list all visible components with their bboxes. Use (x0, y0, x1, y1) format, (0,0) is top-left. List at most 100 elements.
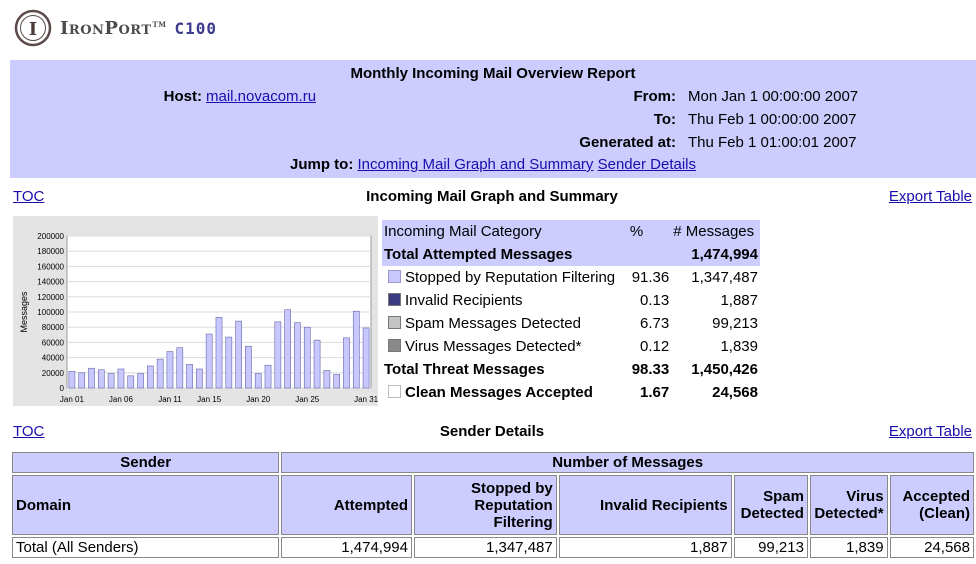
clean-pct: 1.67 (640, 384, 670, 401)
row-label: Stopped by Reputation Filtering (405, 269, 616, 286)
chart-svg: 0 20000 40000 60000 80000 100000 120000 140000 1… (19, 232, 379, 404)
col-header-stopped-reputation[interactable]: Stopped by Reputation Filtering (414, 475, 557, 535)
total-threat-pct: 98.33 (631, 361, 670, 378)
col-header-accepted-clean[interactable]: Accepted (Clean) (889, 475, 974, 535)
chart-bar (68, 370, 76, 389)
group-header-sender: Sender (12, 452, 280, 473)
logo-model: C100 (174, 18, 218, 38)
col-header-domain[interactable]: Domain (12, 475, 280, 535)
from-label: From: (633, 88, 677, 105)
row-count: 1,887 (720, 292, 758, 309)
summary-row-virus: Virus Messages Detected* 0.12 1,839 (382, 335, 760, 358)
host-link[interactable]: mail.novacom.ru (206, 88, 316, 105)
y-tick-label: 120000 (37, 293, 64, 302)
jump-to: Jump to: Incoming Mail Graph and Summary… (10, 156, 976, 173)
host-label: Host: (163, 88, 202, 105)
sender-details-table: Sender Number of Messages Domain Attempt… (10, 450, 976, 560)
section-title-graph: Incoming Mail Graph and Summary (366, 188, 618, 205)
cell-domain: Total (All Senders) (12, 537, 280, 558)
total-attempted-value: 1,474,994 (671, 243, 760, 266)
table-row: Total (All Senders) 1,474,994 1,347,487 … (12, 537, 974, 558)
chart-bar (97, 369, 105, 389)
total-attempted-label: Total Attempted Messages (382, 243, 628, 266)
generated-label: Generated at: (579, 134, 676, 151)
y-tick-label: 0 (60, 384, 65, 393)
chart-bar (303, 326, 311, 389)
x-tick-label: Jan 06 (109, 395, 134, 404)
row-label: Invalid Recipients (405, 292, 523, 309)
row-pct: 6.73 (640, 315, 670, 332)
col-header-virus-detected[interactable]: Virus Detected* (809, 475, 888, 535)
row-count: 1,839 (720, 338, 758, 355)
to-label: To: (653, 111, 676, 128)
chart-bar (147, 365, 154, 389)
chart-bar (352, 310, 360, 389)
summary-header-category: Incoming Mail Category (382, 220, 628, 243)
y-tick-label: 80000 (42, 323, 65, 332)
cell-stopped-reputation: 1,347,487 (414, 537, 557, 558)
summary-table: Incoming Mail Category % # Messages Tota… (382, 220, 760, 404)
logo-trademark: TM (152, 19, 167, 29)
logo-mark-letter: I (29, 19, 37, 40)
logo-brand-name: IronPort (60, 17, 152, 39)
chart-bar (274, 321, 282, 389)
summary-row-invalid: Invalid Recipients 0.13 1,887 (382, 289, 760, 312)
chart-bar (313, 339, 321, 389)
cell-spam-detected: 99,213 (733, 537, 808, 558)
chart-ylabel: Messages (19, 291, 29, 333)
col-header-invalid-recipients[interactable]: Invalid Recipients (558, 475, 732, 535)
report-header: Monthly Incoming Mail Overview Report Ho… (10, 60, 976, 178)
chart-bar (117, 368, 125, 389)
sender-group-header-row: Sender Number of Messages (12, 452, 974, 473)
clean-label: Clean Messages Accepted (405, 384, 593, 401)
chart-bar (166, 351, 174, 389)
summary-clean-row: Clean Messages Accepted 1.67 24,568 (382, 381, 760, 404)
chart-bar (186, 364, 193, 389)
cell-attempted: 1,474,994 (281, 537, 412, 558)
jump-link-graph-summary[interactable]: Incoming Mail Graph and Summary (358, 156, 594, 173)
chart-bar (215, 317, 223, 389)
chart-bar (225, 336, 233, 389)
chart-bar (264, 364, 272, 389)
clean-count: 24,568 (712, 384, 758, 401)
y-tick-label: 100000 (37, 308, 64, 317)
export-table-senders[interactable]: Export Table (889, 423, 972, 440)
row-pct: 0.12 (640, 338, 670, 355)
chart-bar (254, 373, 262, 389)
group-header-number-of-messages: Number of Messages (281, 452, 974, 473)
ironport-mark-icon: I (14, 9, 52, 47)
sender-column-header-row: Domain Attempted Stopped by Reputation F… (12, 475, 974, 535)
jump-link-sender-details[interactable]: Sender Details (598, 156, 696, 173)
cell-virus-detected: 1,839 (809, 537, 888, 558)
summary-header-count: # Messages (671, 220, 760, 243)
summary-header-pct: % (627, 220, 672, 243)
legend-swatch-virus (388, 339, 401, 352)
row-label: Spam Messages Detected (405, 315, 581, 332)
col-header-attempted[interactable]: Attempted (281, 475, 412, 535)
chart-bar (294, 322, 301, 389)
chart-bar (284, 309, 291, 389)
total-threat-label: Total Threat Messages (384, 361, 545, 378)
row-count: 99,213 (712, 315, 758, 332)
x-tick-label: Jan 15 (197, 395, 222, 404)
chart-bar (323, 370, 331, 389)
chart-bar (235, 320, 242, 389)
col-header-spam-detected[interactable]: Spam Detected (733, 475, 808, 535)
y-tick-label: 60000 (42, 338, 65, 347)
incoming-mail-chart: 0 20000 40000 60000 80000 100000 120000 140000 1… (13, 216, 379, 406)
legend-swatch-reputation (388, 270, 401, 283)
x-tick-label: Jan 11 (158, 395, 182, 404)
summary-header-row: Incoming Mail Category % # Messages (382, 220, 760, 243)
section-title-senders: Sender Details (439, 423, 545, 440)
chart-bar (156, 358, 164, 389)
chart-bar (205, 333, 213, 389)
export-table-graph[interactable]: Export Table (889, 188, 972, 205)
y-tick-label: 200000 (37, 232, 64, 241)
y-tick-label: 20000 (42, 369, 65, 378)
jump-label: Jump to: (290, 156, 354, 173)
y-tick-label: 160000 (37, 262, 64, 271)
summary-row-reputation: Stopped by Reputation Filtering 91.36 1,… (382, 266, 760, 289)
summary-row-spam: Spam Messages Detected 6.73 99,213 (382, 312, 760, 335)
legend-swatch-invalid (388, 293, 401, 306)
row-label: Virus Messages Detected* (405, 338, 582, 355)
